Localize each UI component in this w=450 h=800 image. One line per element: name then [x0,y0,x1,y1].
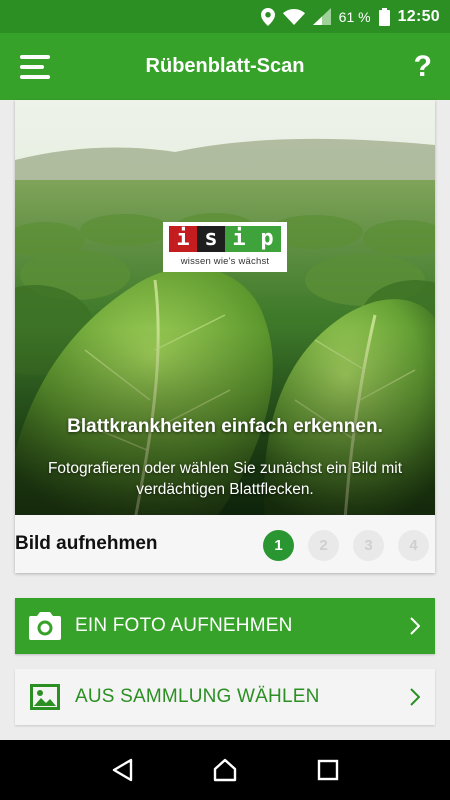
logo-letter: i [169,226,197,252]
camera-icon [15,598,75,654]
logo-letter: s [197,226,225,252]
signal-icon [312,8,331,25]
isip-logo: i s i p wissen wie's wächst [163,222,287,272]
choose-from-gallery-button[interactable]: AUS SAMMLUNG WÄHLEN [15,669,435,725]
choose-from-gallery-label: AUS SAMMLUNG WÄHLEN [75,686,320,707]
step-3: 3 [353,530,384,561]
battery-percent: 61 % [338,8,371,25]
system-nav-bar [0,740,450,800]
hamburger-menu-icon[interactable] [20,54,50,79]
app-title: Rübenblatt-Scan [145,55,305,77]
chevron-right-icon [395,688,435,706]
status-bar: 61 % 12:50 [0,0,450,33]
hero-headline: Blattkrankheiten einfach erkennen. [67,416,383,437]
hero-subtext: Fotografieren oder wählen Sie zunächst e… [47,460,403,498]
logo-letters: i s i p [169,226,281,252]
logo-letter: i [225,226,253,252]
step-1: 1 [263,530,294,561]
recents-icon[interactable] [308,750,348,790]
step-title: Bild aufnehmen [15,533,158,554]
help-button[interactable]: ? [414,50,432,84]
battery-icon [378,7,390,26]
location-icon [260,7,275,26]
take-photo-button[interactable]: EIN FOTO AUFNEHMEN [15,598,435,654]
take-photo-label: EIN FOTO AUFNEHMEN [75,615,293,636]
status-time: 12:50 [397,7,440,25]
step-2: 2 [308,530,339,561]
beet-field-photo [15,100,435,515]
home-icon[interactable] [205,750,245,790]
image-icon [15,669,75,725]
step-indicator-row: Bild aufnehmen 1 2 3 4 [15,515,435,573]
hero-image: i s i p wissen wie's wächst Blattkrankhe… [15,100,435,515]
step-indicator: 1 2 3 4 [263,530,429,561]
scan-card: i s i p wissen wie's wächst Blattkrankhe… [15,100,435,573]
logo-tagline: wissen wie's wächst [180,256,270,267]
step-4: 4 [398,530,429,561]
wifi-icon [282,8,305,25]
chevron-right-icon [395,617,435,635]
back-icon[interactable] [102,750,142,790]
app-bar: Rübenblatt-Scan ? [0,33,450,100]
logo-letter: p [253,226,281,252]
